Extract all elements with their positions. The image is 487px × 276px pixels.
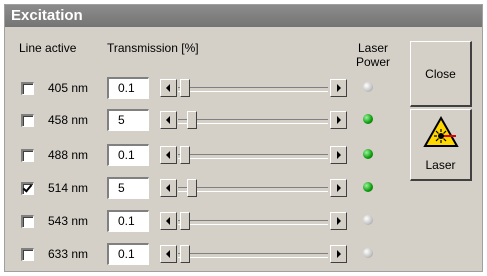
laser-line-row: 543 nm 0.1 bbox=[5, 208, 405, 236]
laser-line-row: 514 nm 5 bbox=[5, 175, 405, 203]
slider-increase-button[interactable] bbox=[330, 245, 347, 263]
panel-title: Excitation bbox=[5, 5, 482, 27]
transmission-slider-track[interactable] bbox=[178, 187, 328, 192]
slider-increase-button[interactable] bbox=[330, 212, 347, 230]
slider-decrease-button[interactable] bbox=[160, 179, 177, 197]
laser-line-row: 405 nm 0.1 bbox=[5, 75, 405, 103]
line-active-checkbox[interactable] bbox=[21, 114, 34, 127]
laser-warning-icon bbox=[423, 116, 459, 147]
wavelength-label: 543 nm bbox=[48, 214, 89, 228]
laser-line-row: 458 nm 5 bbox=[5, 107, 405, 135]
transmission-slider-thumb[interactable] bbox=[180, 79, 191, 97]
laser-power-indicator bbox=[363, 248, 373, 258]
transmission-slider-track[interactable] bbox=[178, 220, 328, 225]
wavelength-label: 633 nm bbox=[48, 247, 89, 261]
slider-increase-button[interactable] bbox=[330, 146, 347, 164]
transmission-input[interactable]: 5 bbox=[107, 109, 149, 131]
line-active-checkbox[interactable] bbox=[21, 182, 34, 195]
transmission-slider-thumb[interactable] bbox=[187, 111, 198, 129]
transmission-input[interactable]: 5 bbox=[107, 177, 149, 199]
slider-decrease-button[interactable] bbox=[160, 245, 177, 263]
laser-power-header-line1: Laser bbox=[357, 41, 389, 55]
laser-power-indicator bbox=[363, 215, 373, 225]
wavelength-label: 514 nm bbox=[48, 181, 89, 195]
close-button[interactable]: Close bbox=[410, 41, 472, 107]
slider-increase-button[interactable] bbox=[330, 79, 347, 97]
wavelength-label: 458 nm bbox=[48, 113, 89, 127]
slider-increase-button[interactable] bbox=[330, 179, 347, 197]
laser-power-indicator bbox=[363, 182, 373, 192]
transmission-slider-track[interactable] bbox=[178, 87, 328, 92]
line-active-header: Line active bbox=[19, 41, 77, 55]
transmission-slider-thumb[interactable] bbox=[187, 179, 198, 197]
slider-increase-button[interactable] bbox=[330, 111, 347, 129]
wavelength-label: 405 nm bbox=[48, 81, 89, 95]
laser-power-header-line2: Power bbox=[355, 55, 390, 69]
transmission-input[interactable]: 0.1 bbox=[107, 77, 149, 99]
line-active-checkbox[interactable] bbox=[21, 215, 34, 228]
transmission-slider-thumb[interactable] bbox=[180, 245, 191, 263]
laser-button[interactable]: Laser bbox=[410, 109, 472, 181]
laser-power-indicator bbox=[363, 114, 373, 124]
transmission-slider-track[interactable] bbox=[178, 154, 328, 159]
transmission-input[interactable]: 0.1 bbox=[107, 144, 149, 166]
transmission-header: Transmission [%] bbox=[107, 41, 199, 55]
laser-power-indicator bbox=[363, 82, 373, 92]
transmission-input[interactable]: 0.1 bbox=[107, 210, 149, 232]
excitation-panel: Excitation Line active Transmission [%] … bbox=[4, 4, 483, 272]
close-button-label: Close bbox=[425, 67, 456, 81]
transmission-slider-thumb[interactable] bbox=[180, 146, 191, 164]
transmission-slider-track[interactable] bbox=[178, 119, 328, 124]
line-active-checkbox[interactable] bbox=[21, 82, 34, 95]
transmission-input[interactable]: 0.1 bbox=[107, 243, 149, 265]
laser-power-indicator bbox=[363, 149, 373, 159]
slider-decrease-button[interactable] bbox=[160, 111, 177, 129]
wavelength-label: 488 nm bbox=[48, 148, 89, 162]
laser-line-row: 488 nm 0.1 bbox=[5, 142, 405, 170]
line-active-checkbox[interactable] bbox=[21, 248, 34, 261]
slider-decrease-button[interactable] bbox=[160, 212, 177, 230]
laser-line-row: 633 nm 0.1 bbox=[5, 241, 405, 269]
line-active-checkbox[interactable] bbox=[21, 149, 34, 162]
slider-decrease-button[interactable] bbox=[160, 146, 177, 164]
slider-decrease-button[interactable] bbox=[160, 79, 177, 97]
laser-power-header: Laser Power bbox=[353, 41, 393, 69]
transmission-slider-thumb[interactable] bbox=[180, 212, 191, 230]
transmission-slider-track[interactable] bbox=[178, 253, 328, 258]
laser-button-label: Laser bbox=[425, 158, 456, 172]
